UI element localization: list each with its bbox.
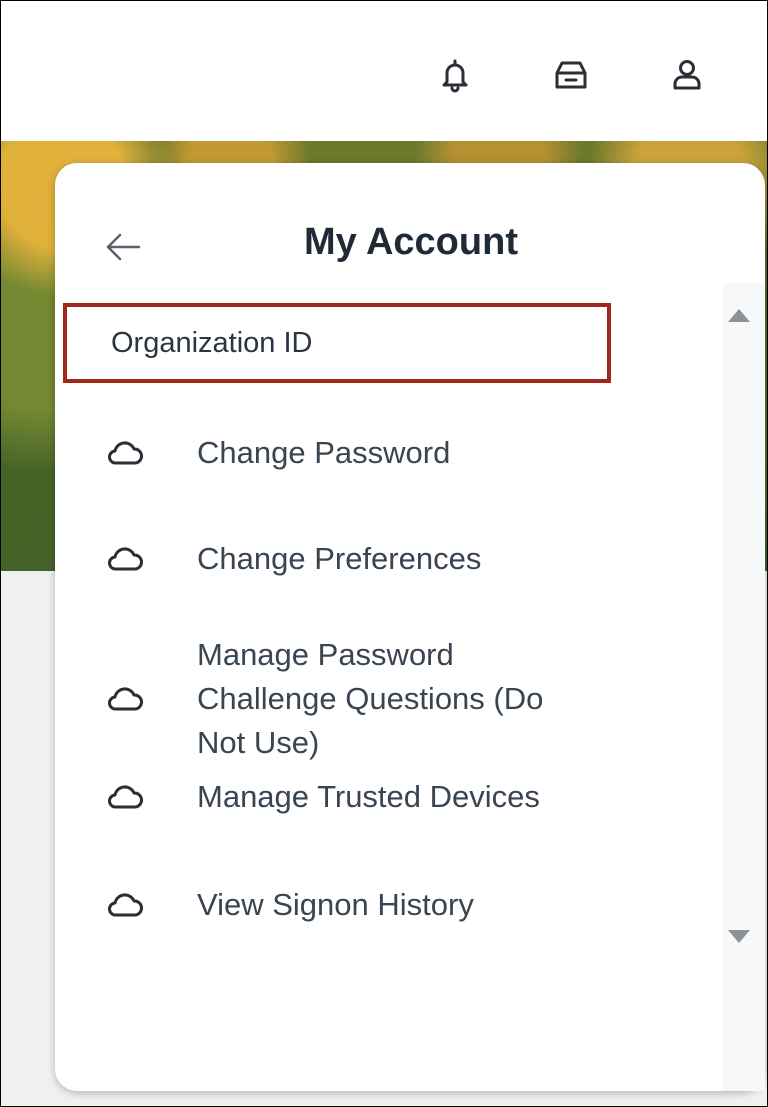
scroll-up-arrow-icon[interactable] [725, 305, 753, 325]
bell-icon [442, 59, 468, 93]
cloud-icon [108, 441, 143, 465]
scroll-down-arrow-icon[interactable] [725, 927, 753, 947]
cloud-icon [108, 893, 143, 917]
inbox-icon [555, 61, 587, 89]
cloud-icon [108, 785, 143, 809]
cloud-icon [108, 687, 143, 711]
cloud-icon [108, 547, 143, 571]
menu-item-label: Change Password [197, 435, 451, 470]
menu-item-change-preferences[interactable]: Change Preferences [107, 537, 707, 581]
inbox-button[interactable] [547, 49, 595, 101]
menu-item-manage-password-challenge-questions[interactable]: Manage Password Challenge Questions (Do … [107, 633, 577, 765]
menu-item-manage-trusted-devices[interactable]: Manage Trusted Devices [107, 775, 707, 819]
scrollbar-track[interactable] [723, 283, 765, 1091]
panel-title: My Account [304, 221, 518, 263]
organization-id-label: Organization ID [111, 327, 313, 359]
profile-icon [673, 60, 701, 90]
panel-header: My Account [55, 163, 765, 283]
menu-item-label: Manage Trusted Devices [197, 779, 540, 814]
top-bar [1, 1, 767, 141]
menu-item-label: Manage Password Challenge Questions (Do … [197, 637, 544, 760]
profile-button[interactable] [663, 49, 711, 101]
my-account-panel: My Account Organization ID Change Passwo… [55, 163, 765, 1091]
menu-item-change-password[interactable]: Change Password [107, 431, 707, 475]
menu-item-label: Change Preferences [197, 541, 482, 576]
menu-item-label: View Signon History [197, 887, 474, 922]
menu-item-view-signon-history[interactable]: View Signon History [107, 883, 707, 927]
app-frame: My Account Organization ID Change Passwo… [0, 0, 768, 1107]
notifications-button[interactable] [431, 49, 479, 101]
